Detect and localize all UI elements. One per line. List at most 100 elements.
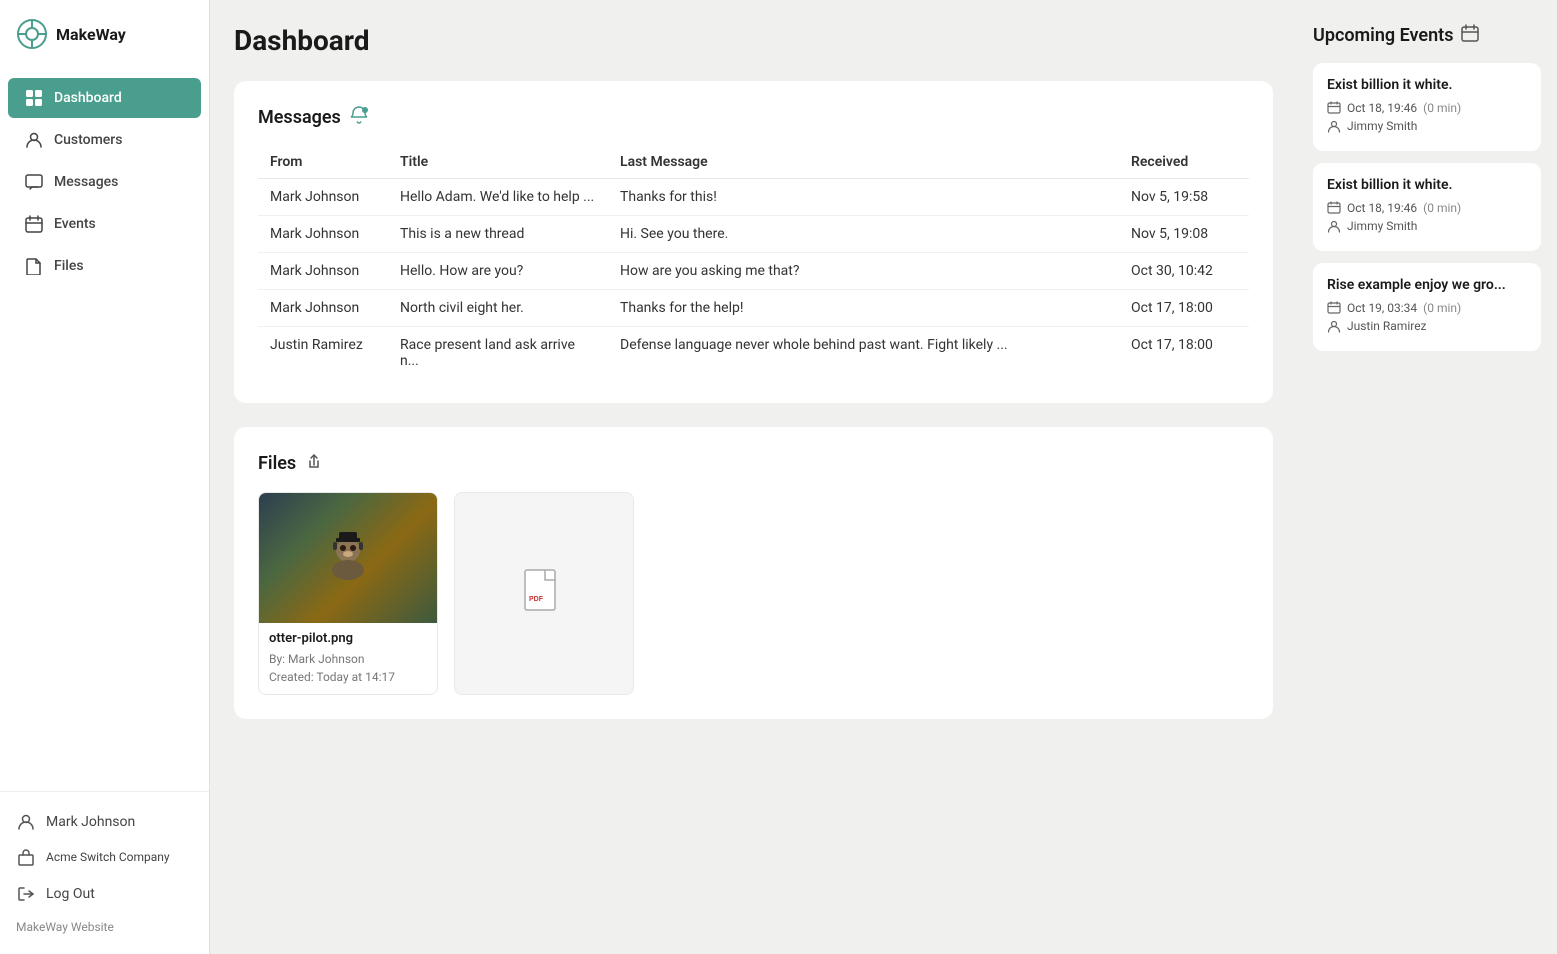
event-title: Rise example enjoy we gro... — [1327, 277, 1527, 293]
cell-received: Nov 5, 19:58 — [1119, 179, 1249, 216]
sidebar-user[interactable]: Mark Johnson — [8, 804, 201, 840]
event-date: Oct 18, 19:46 (0 min) — [1327, 201, 1527, 215]
cell-last-message: Thanks for the help! — [608, 290, 1119, 327]
cell-last-message: How are you asking me that? — [608, 253, 1119, 290]
event-person-name: Jimmy Smith — [1347, 119, 1417, 133]
calendar-icon[interactable] — [1461, 24, 1479, 47]
notifications-icon[interactable] — [349, 105, 369, 130]
event-duration: (0 min) — [1423, 101, 1461, 115]
table-row[interactable]: Mark Johnson North civil eight her. Than… — [258, 290, 1249, 327]
sidebar-username: Mark Johnson — [46, 814, 135, 830]
cell-title: Hello Adam. We'd like to help ... — [388, 179, 608, 216]
dashboard-icon — [24, 88, 44, 108]
events-icon — [24, 214, 44, 234]
events-list: Exist billion it white. Oct 18, 19:46 (0… — [1313, 63, 1541, 351]
sidebar: MakeWay Dashboard Customers Messages — [0, 0, 210, 954]
cell-from: Justin Ramirez — [258, 327, 388, 380]
event-date-text: Oct 19, 03:34 — [1347, 301, 1417, 315]
main-nav: Dashboard Customers Messages Events — [0, 68, 209, 791]
event-date: Oct 19, 03:34 (0 min) — [1327, 301, 1527, 315]
files-title: Files — [258, 453, 296, 474]
file-thumbnail — [259, 493, 437, 623]
cell-last-message: Defense language never whole behind past… — [608, 327, 1119, 380]
event-date: Oct 18, 19:46 (0 min) — [1327, 101, 1527, 115]
table-row[interactable]: Justin Ramirez Race present land ask arr… — [258, 327, 1249, 380]
cell-received: Oct 17, 18:00 — [1119, 327, 1249, 380]
right-panel: Upcoming Events Exist billion it white. … — [1297, 0, 1557, 954]
cell-title: North civil eight her. — [388, 290, 608, 327]
sidebar-company-name: Acme Switch Company — [46, 850, 170, 866]
cell-received: Oct 17, 18:00 — [1119, 290, 1249, 327]
app-logo[interactable]: MakeWay — [0, 0, 209, 68]
svg-text:PDF: PDF — [529, 596, 544, 603]
files-icon — [24, 256, 44, 276]
event-person-icon — [1327, 119, 1341, 133]
website-link[interactable]: MakeWay Website — [8, 912, 201, 942]
cell-title: Race present land ask arrive n... — [388, 327, 608, 380]
main-content: Dashboard Messages From Title Last Messa… — [210, 0, 1297, 954]
col-from: From — [258, 146, 388, 179]
file-info: otter-pilot.png By: Mark JohnsonCreated:… — [259, 623, 437, 694]
sidebar-item-customers-label: Customers — [54, 132, 122, 148]
cell-title: Hello. How are you? — [388, 253, 608, 290]
event-title: Exist billion it white. — [1327, 77, 1527, 93]
messages-section: Messages From Title Last Message Receive… — [234, 81, 1273, 403]
logout-icon — [16, 884, 36, 904]
company-icon — [16, 848, 36, 868]
col-received: Received — [1119, 146, 1249, 179]
upcoming-events-title: Upcoming Events — [1313, 25, 1453, 46]
logout-button[interactable]: Log Out — [8, 876, 201, 912]
customers-icon — [24, 130, 44, 150]
files-section: Files — [234, 427, 1273, 719]
event-card[interactable]: Exist billion it white. Oct 18, 19:46 (0… — [1313, 63, 1541, 151]
cell-from: Mark Johnson — [258, 290, 388, 327]
file-thumbnail-pdf: PDF — [455, 493, 633, 694]
event-title: Exist billion it white. — [1327, 177, 1527, 193]
file-card[interactable]: otter-pilot.png By: Mark JohnsonCreated:… — [258, 492, 438, 695]
sidebar-item-events-label: Events — [54, 216, 96, 232]
event-person: Justin Ramirez — [1327, 319, 1527, 333]
upcoming-events-header: Upcoming Events — [1313, 24, 1541, 47]
sidebar-company[interactable]: Acme Switch Company — [8, 840, 201, 876]
table-row[interactable]: Mark Johnson Hello Adam. We'd like to he… — [258, 179, 1249, 216]
sidebar-item-files-label: Files — [54, 258, 84, 274]
logo-icon — [16, 18, 48, 50]
cell-last-message: Hi. See you there. — [608, 216, 1119, 253]
sidebar-item-messages[interactable]: Messages — [8, 162, 201, 202]
event-calendar-icon — [1327, 301, 1341, 315]
sidebar-item-events[interactable]: Events — [8, 204, 201, 244]
event-card[interactable]: Rise example enjoy we gro... Oct 19, 03:… — [1313, 263, 1541, 351]
file-info: claude-customers-mod... By: Mark Johnson… — [455, 694, 633, 695]
messages-header: Messages — [258, 105, 1249, 130]
cell-title: This is a new thread — [388, 216, 608, 253]
event-date-text: Oct 18, 19:46 — [1347, 201, 1417, 215]
event-person-icon — [1327, 319, 1341, 333]
table-row[interactable]: Mark Johnson Hello. How are you? How are… — [258, 253, 1249, 290]
event-person-name: Justin Ramirez — [1347, 319, 1427, 333]
event-card[interactable]: Exist billion it white. Oct 18, 19:46 (0… — [1313, 163, 1541, 251]
cell-from: Mark Johnson — [258, 179, 388, 216]
event-person-icon — [1327, 219, 1341, 233]
file-name: otter-pilot.png — [269, 631, 427, 646]
user-icon — [16, 812, 36, 832]
sidebar-item-files[interactable]: Files — [8, 246, 201, 286]
file-meta: By: Mark JohnsonCreated: Today at 14:17 — [269, 650, 427, 686]
sidebar-item-dashboard-label: Dashboard — [54, 90, 122, 106]
app-name: MakeWay — [56, 25, 126, 44]
cell-received: Oct 30, 10:42 — [1119, 253, 1249, 290]
sidebar-item-dashboard[interactable]: Dashboard — [8, 78, 201, 118]
sidebar-item-customers[interactable]: Customers — [8, 120, 201, 160]
cell-last-message: Thanks for this! — [608, 179, 1119, 216]
event-person-name: Jimmy Smith — [1347, 219, 1417, 233]
event-duration: (0 min) — [1423, 301, 1461, 315]
col-last-message: Last Message — [608, 146, 1119, 179]
messages-icon — [24, 172, 44, 192]
messages-table: From Title Last Message Received Mark Jo… — [258, 146, 1249, 379]
cell-from: Mark Johnson — [258, 216, 388, 253]
table-row[interactable]: Mark Johnson This is a new thread Hi. Se… — [258, 216, 1249, 253]
event-calendar-icon — [1327, 201, 1341, 215]
files-grid: otter-pilot.png By: Mark JohnsonCreated:… — [258, 492, 1249, 695]
event-calendar-icon — [1327, 101, 1341, 115]
file-card[interactable]: PDF claude-customers-mod... By: Mark Joh… — [454, 492, 634, 695]
upload-icon[interactable] — [304, 451, 324, 476]
